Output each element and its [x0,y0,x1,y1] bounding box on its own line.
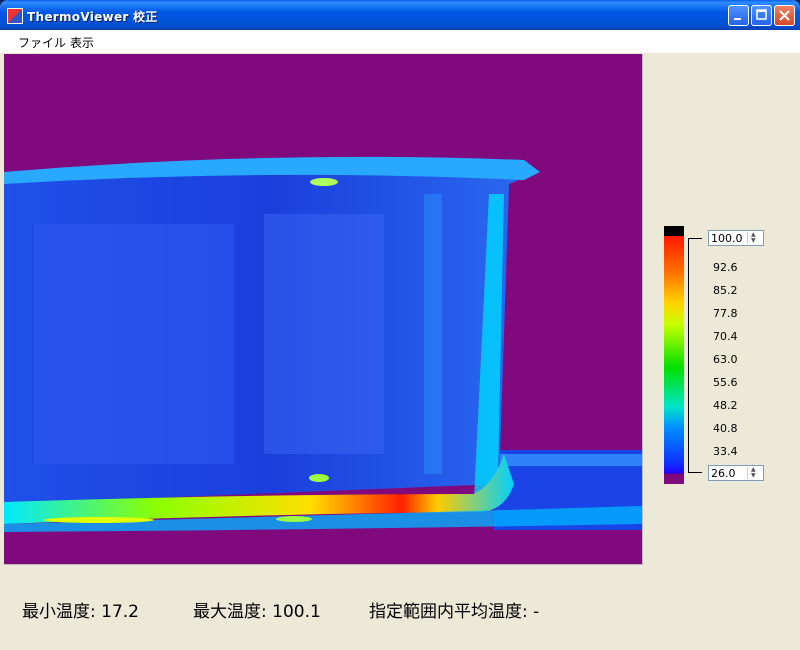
scale-tick-label: 40.8 [713,422,738,435]
scale-tick-label: 92.6 [713,261,738,274]
avg-temp-status: 指定範囲内平均温度: - [369,597,539,622]
scale-tick-label: 48.2 [713,399,738,412]
minimize-icon [734,18,741,20]
min-temp-value: 26.0 [711,467,736,480]
min-temp-reading: 17.2 [101,602,139,622]
scale-tick-label: 70.4 [713,330,738,343]
app-window: ThermoViewer 校正 ファイル 表示 100.0 ▲ ▼ 92.6 8… [0,0,800,650]
avg-temp-label: 指定範囲内平均温度: [369,602,528,622]
menu-file[interactable]: ファイル [18,34,66,51]
scale-tick-label: 55.6 [713,376,738,389]
scale-tick [688,238,702,239]
scale-tick-label: 63.0 [713,353,738,366]
thermal-image[interactable] [4,54,643,565]
maximize-icon [756,9,767,20]
scale-tick-label: 85.2 [713,284,738,297]
thermal-image-render [4,156,642,532]
scale-tick-label: 33.4 [713,445,738,458]
temperature-scale: 100.0 ▲ ▼ 92.6 85.2 77.8 70.4 63.0 55.6 4… [664,226,784,488]
min-temp-label: 最小温度: [22,602,96,622]
window-title: ThermoViewer 校正 [27,10,158,24]
avg-temp-reading: - [533,602,540,622]
max-temp-reading: 100.1 [272,602,321,622]
max-temp-label: 最大温度: [193,602,267,622]
close-icon [779,10,790,21]
max-temp-spinner[interactable]: 100.0 ▲ ▼ [708,230,764,246]
app-icon[interactable] [7,8,23,24]
scale-tick-label: 77.8 [713,307,738,320]
menu-bar: ファイル 表示 [0,30,800,53]
maximize-button[interactable] [751,5,772,26]
spinner-arrows[interactable]: ▲ ▼ [747,232,762,244]
title-bar[interactable]: ThermoViewer 校正 [0,0,800,30]
menu-view[interactable]: 表示 [70,34,94,51]
max-temp-value: 100.0 [711,232,743,245]
minimize-button[interactable] [728,5,749,26]
color-scale-bar [664,226,684,484]
scale-tick [688,472,702,473]
close-button[interactable] [774,5,795,26]
scale-bracket [688,238,703,472]
min-temp-status: 最小温度: 17.2 [22,597,139,622]
max-temp-status: 最大温度: 100.1 [193,597,321,622]
min-temp-spinner[interactable]: 26.0 ▲ ▼ [708,465,764,481]
spinner-arrows[interactable]: ▲ ▼ [747,467,762,479]
